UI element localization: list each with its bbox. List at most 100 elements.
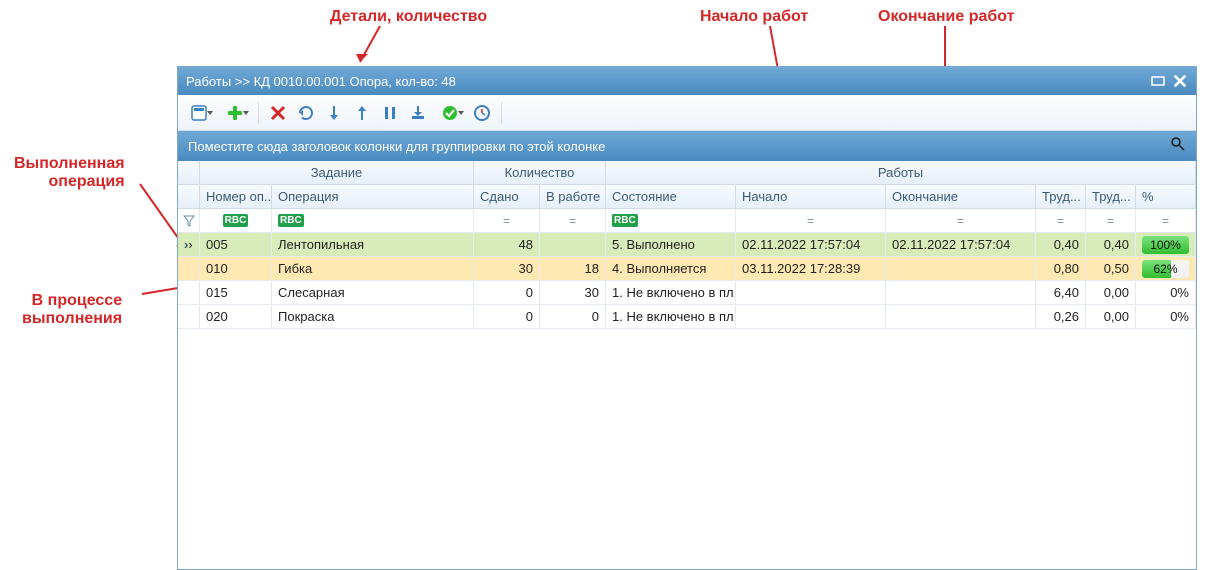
filter-start[interactable]: = [736,209,886,232]
row-indicator-icon [178,257,200,280]
header-columns: Номер оп... Операция Сдано В работе Сост… [178,185,1196,209]
cell-state: 1. Не включено в пл... [606,281,736,304]
cell-pct: 100% [1136,233,1196,256]
filter-end[interactable]: = [886,209,1036,232]
indicator-header [178,185,200,208]
col-num[interactable]: Номер оп... [200,185,272,208]
cell-t2: 0,00 [1086,305,1136,328]
indicator-col [178,161,200,184]
header-bands: Задание Количество Работы [178,161,1196,185]
filter-row: RBC RBC = = RBC = = = = = [178,209,1196,233]
col-t2[interactable]: Труд... [1086,185,1136,208]
cell-t1: 0,80 [1036,257,1086,280]
row-indicator-icon [178,281,200,304]
pause-icon[interactable] [377,100,403,126]
filter-funnel-icon[interactable] [178,209,200,232]
cell-t2: 0,00 [1086,281,1136,304]
filter-state[interactable]: RBC [606,209,736,232]
cell-num: 005 [200,233,272,256]
cell-t2: 0,40 [1086,233,1136,256]
cell-start [736,305,886,328]
callout-start: Начало работ [700,8,808,26]
delete-icon[interactable] [265,100,291,126]
cell-op: Лентопильная [272,233,474,256]
filter-inwork[interactable]: = [540,209,606,232]
arrow-down-icon[interactable] [321,100,347,126]
table-row[interactable]: ›005Лентопильная485. Выполнено02.11.2022… [178,233,1196,257]
col-inwork[interactable]: В работе [540,185,606,208]
cell-t1: 0,40 [1036,233,1086,256]
refresh-icon[interactable] [293,100,319,126]
table-row[interactable]: 015Слесарная0301. Не включено в пл...6,4… [178,281,1196,305]
col-end[interactable]: Окончание [886,185,1036,208]
col-op[interactable]: Операция [272,185,474,208]
band-qty[interactable]: Количество [474,161,606,184]
cell-pct: 0% [1136,281,1196,304]
window-title: Работы >> КД 0010.00.001 Опора, кол-во: … [186,74,456,89]
titlebar[interactable]: Работы >> КД 0010.00.001 Опора, кол-во: … [178,67,1196,95]
col-t1[interactable]: Труд... [1036,185,1086,208]
cell-op: Гибка [272,257,474,280]
cell-pct: 62% [1136,257,1196,280]
cell-start [736,281,886,304]
group-by-bar[interactable]: Поместите сюда заголовок колонки для гру… [178,131,1196,161]
cell-inwork: 18 [540,257,606,280]
cell-done: 0 [474,305,540,328]
row-indicator-icon: › [178,233,200,256]
cell-start: 02.11.2022 17:57:04 [736,233,886,256]
app-window: Работы >> КД 0010.00.001 Опора, кол-во: … [177,66,1197,570]
progress-bar: 62% [1142,260,1189,278]
cell-done: 0 [474,281,540,304]
band-jobs[interactable]: Работы [606,161,1196,184]
cell-done: 48 [474,233,540,256]
import-icon[interactable] [405,100,431,126]
approve-icon[interactable] [433,100,467,126]
progress-bar: 100% [1142,236,1189,254]
cell-end: 02.11.2022 17:57:04 [886,233,1036,256]
cell-state: 5. Выполнено [606,233,736,256]
cell-t1: 0,26 [1036,305,1086,328]
minimize-icon[interactable] [1150,75,1166,87]
table-row[interactable]: 020Покраска001. Не включено в пл...0,260… [178,305,1196,329]
cell-num: 020 [200,305,272,328]
cell-inwork: 0 [540,305,606,328]
row-indicator-icon [178,305,200,328]
history-icon[interactable] [469,100,495,126]
cell-t2: 0,50 [1086,257,1136,280]
col-pct[interactable]: % [1136,185,1196,208]
cell-end [886,281,1036,304]
filter-op[interactable]: RBC [272,209,474,232]
callout-inprogress: В процессе выполнения [22,292,122,327]
cell-inwork: 30 [540,281,606,304]
table-row[interactable]: 010Гибка30184. Выполняется03.11.2022 17:… [178,257,1196,281]
cell-state: 1. Не включено в пл... [606,305,736,328]
cell-op: Слесарная [272,281,474,304]
filter-pct[interactable]: = [1136,209,1196,232]
cell-done: 30 [474,257,540,280]
cell-end [886,257,1036,280]
add-icon[interactable] [218,100,252,126]
callout-details: Детали, количество [330,8,487,26]
group-by-hint: Поместите сюда заголовок колонки для гру… [188,139,605,154]
arrow-up-icon[interactable] [349,100,375,126]
cell-num: 015 [200,281,272,304]
col-start[interactable]: Начало [736,185,886,208]
cell-start: 03.11.2022 17:28:39 [736,257,886,280]
filter-t1[interactable]: = [1036,209,1086,232]
filter-done[interactable]: = [474,209,540,232]
col-done[interactable]: Сдано [474,185,540,208]
grid-body: ›005Лентопильная485. Выполнено02.11.2022… [178,233,1196,569]
layout-icon[interactable] [182,100,216,126]
callout-done-op: Выполненная операция [14,155,125,190]
band-task[interactable]: Задание [200,161,474,184]
filter-t2[interactable]: = [1086,209,1136,232]
callout-end: Окончание работ [878,8,1014,26]
toolbar [178,95,1196,131]
col-state[interactable]: Состояние [606,185,736,208]
search-icon[interactable] [1170,136,1186,157]
cell-end [886,305,1036,328]
close-icon[interactable] [1172,75,1188,87]
filter-num[interactable]: RBC [200,209,272,232]
cell-num: 010 [200,257,272,280]
cell-pct: 0% [1136,305,1196,328]
